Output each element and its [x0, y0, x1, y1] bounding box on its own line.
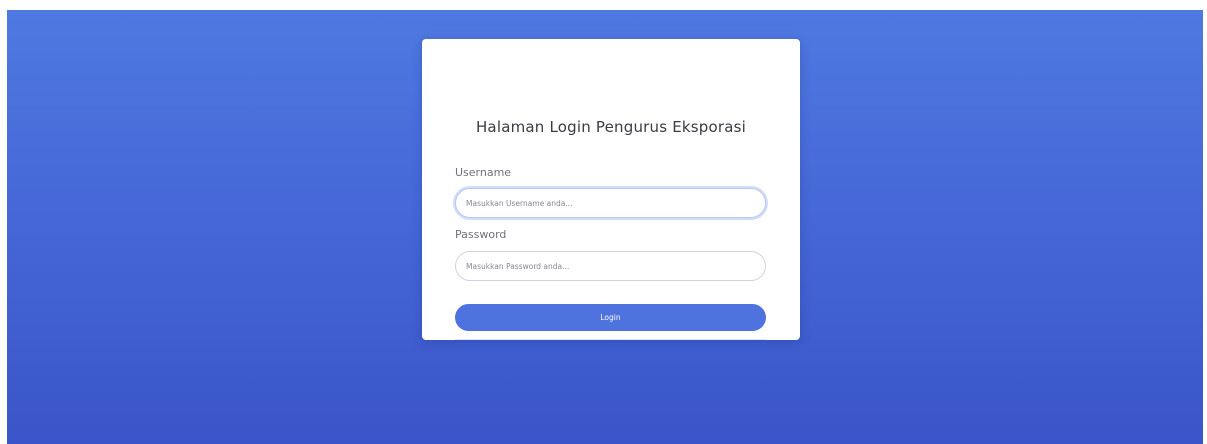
- page-title: Halaman Login Pengurus Eksporasi: [475, 118, 747, 136]
- password-input[interactable]: [455, 251, 766, 281]
- page-background: Halaman Login Pengurus Eksporasi Usernam…: [7, 10, 1203, 444]
- login-card: Halaman Login Pengurus Eksporasi Usernam…: [422, 39, 800, 340]
- login-button[interactable]: Login: [455, 304, 766, 331]
- username-label: Username: [455, 166, 512, 179]
- password-label: Password: [455, 228, 507, 241]
- username-input[interactable]: [455, 188, 766, 218]
- divider: [455, 339, 766, 340]
